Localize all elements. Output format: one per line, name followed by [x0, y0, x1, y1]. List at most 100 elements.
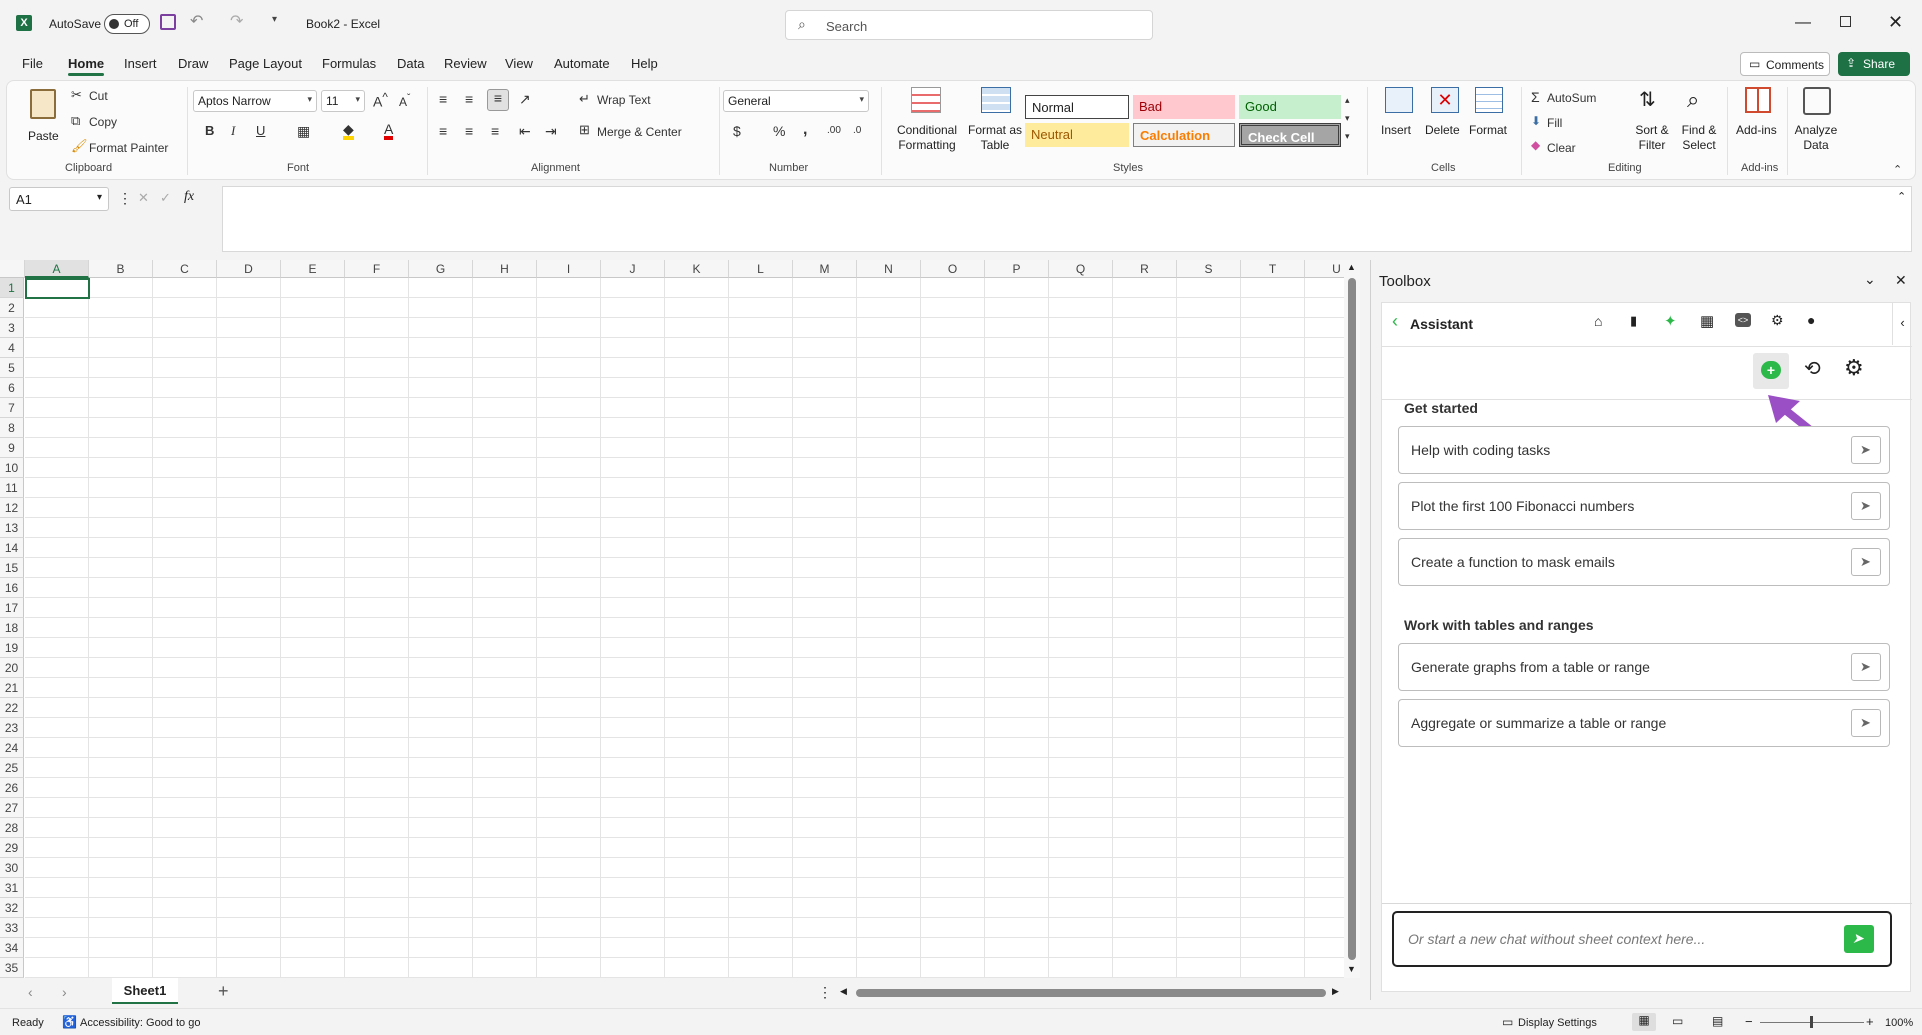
- chat-input[interactable]: Or start a new chat without sheet contex…: [1392, 911, 1892, 967]
- menu-insert[interactable]: Insert: [124, 56, 157, 71]
- accessibility-status[interactable]: Accessibility: Good to go: [80, 1017, 200, 1029]
- number-format-dropdown[interactable]: General ▾: [723, 90, 869, 112]
- align-right-icon[interactable]: ≡: [491, 123, 499, 139]
- redo-icon[interactable]: ↷: [230, 11, 243, 31]
- collapse-sidebar-icon[interactable]: ‹: [1892, 303, 1912, 345]
- align-top-icon[interactable]: ≡: [439, 91, 447, 107]
- analyze-data-button[interactable]: Analyze Data: [1791, 87, 1841, 157]
- percent-icon[interactable]: %: [773, 123, 785, 139]
- styles-more-icon[interactable]: ▾: [1345, 131, 1350, 142]
- sort-filter-button[interactable]: ⇅ Sort & Filter: [1627, 87, 1677, 157]
- column-header-l[interactable]: L: [729, 260, 793, 278]
- share-button[interactable]: ⇪ Share: [1838, 52, 1910, 76]
- column-header-u[interactable]: U: [1305, 260, 1344, 278]
- cut-icon[interactable]: ✂: [71, 87, 82, 103]
- send-prompt-button[interactable]: ➤: [1851, 548, 1881, 576]
- insert-cells-button[interactable]: Insert: [1379, 87, 1419, 157]
- collapse-formula-bar-icon[interactable]: ⌃: [1897, 190, 1906, 203]
- zoom-slider-thumb[interactable]: [1810, 1016, 1813, 1028]
- name-box[interactable]: A1 ▾: [9, 187, 109, 211]
- fill-color-icon[interactable]: ◆: [343, 122, 354, 140]
- column-header-t[interactable]: T: [1241, 260, 1305, 278]
- column-header-a[interactable]: A: [25, 260, 89, 278]
- undo-icon[interactable]: ↶: [190, 11, 203, 31]
- font-size-dropdown[interactable]: 11 ▾: [321, 90, 365, 112]
- menu-view[interactable]: View: [505, 56, 533, 71]
- row-header-22[interactable]: 22: [0, 698, 24, 718]
- column-header-p[interactable]: P: [985, 260, 1049, 278]
- row-header-7[interactable]: 7: [0, 398, 24, 418]
- new-chat-button[interactable]: +: [1753, 353, 1789, 389]
- row-header-5[interactable]: 5: [0, 358, 24, 378]
- column-header-o[interactable]: O: [921, 260, 985, 278]
- search-box[interactable]: ⌕ Search: [785, 10, 1153, 40]
- column-header-r[interactable]: R: [1113, 260, 1177, 278]
- autosum-icon[interactable]: Σ: [1531, 89, 1540, 105]
- copy-label[interactable]: Copy: [89, 115, 117, 129]
- menu-draw[interactable]: Draw: [178, 56, 208, 71]
- column-header-k[interactable]: K: [665, 260, 729, 278]
- menu-formulas[interactable]: Formulas: [322, 56, 376, 71]
- chart-icon[interactable]: ▮: [1630, 313, 1637, 329]
- zoom-level[interactable]: 100%: [1885, 1017, 1913, 1029]
- row-header-31[interactable]: 31: [0, 878, 24, 898]
- delete-cells-button[interactable]: ✕ Delete: [1425, 87, 1465, 157]
- chevron-down-icon[interactable]: ⌄: [1864, 271, 1876, 288]
- send-prompt-button[interactable]: ➤: [1851, 653, 1881, 681]
- display-settings[interactable]: Display Settings: [1518, 1017, 1597, 1029]
- column-header-i[interactable]: I: [537, 260, 601, 278]
- autosum-label[interactable]: AutoSum: [1547, 91, 1596, 105]
- currency-icon[interactable]: $: [733, 123, 741, 139]
- column-header-e[interactable]: E: [281, 260, 345, 278]
- active-cell-a1[interactable]: [25, 278, 90, 299]
- font-color-icon[interactable]: A: [384, 122, 394, 140]
- more-options-icon[interactable]: ⋮: [118, 190, 132, 207]
- menu-page-layout[interactable]: Page Layout: [229, 56, 302, 71]
- align-middle-icon[interactable]: ≡: [465, 91, 473, 107]
- font-family-dropdown[interactable]: Aptos Narrow ▾: [193, 90, 317, 112]
- row-header-20[interactable]: 20: [0, 658, 24, 678]
- restore-icon[interactable]: [1840, 16, 1851, 27]
- send-prompt-button[interactable]: ➤: [1851, 709, 1881, 737]
- wrap-text-label[interactable]: Wrap Text: [597, 93, 651, 107]
- increase-indent-icon[interactable]: ⇥: [545, 123, 557, 140]
- style-check-cell[interactable]: Check Cell: [1239, 123, 1341, 147]
- row-header-11[interactable]: 11: [0, 478, 24, 498]
- row-header-21[interactable]: 21: [0, 678, 24, 698]
- prompt-card[interactable]: Create a function to mask emails ➤: [1398, 538, 1890, 586]
- addins-button[interactable]: Add-ins: [1733, 87, 1783, 157]
- row-header-9[interactable]: 9: [0, 438, 24, 458]
- row-header-33[interactable]: 33: [0, 918, 24, 938]
- insert-function-icon[interactable]: fx: [184, 189, 194, 205]
- comma-style-icon[interactable]: ,: [803, 121, 807, 139]
- chat-send-button[interactable]: ➤: [1844, 925, 1874, 953]
- h-scroll-thumb[interactable]: [856, 989, 1326, 997]
- sparkle-icon[interactable]: ✦: [1664, 312, 1677, 330]
- decrease-indent-icon[interactable]: ⇤: [519, 123, 531, 140]
- customize-qat-icon[interactable]: ▾: [272, 14, 277, 25]
- scroll-thumb[interactable]: [1348, 278, 1356, 960]
- settings-small-icon[interactable]: ⚙: [1771, 312, 1784, 329]
- style-bad[interactable]: Bad: [1133, 95, 1235, 119]
- paste-button[interactable]: Paste: [25, 87, 61, 157]
- italic-icon[interactable]: I: [231, 123, 235, 139]
- styles-scroll-down-icon[interactable]: ▾: [1345, 113, 1350, 124]
- style-good[interactable]: Good: [1239, 95, 1341, 119]
- row-header-32[interactable]: 32: [0, 898, 24, 918]
- prev-sheet-icon[interactable]: ‹: [28, 984, 33, 1000]
- column-header-g[interactable]: G: [409, 260, 473, 278]
- cut-label[interactable]: Cut: [89, 89, 108, 103]
- align-center-icon[interactable]: ≡: [465, 123, 473, 139]
- row-header-14[interactable]: 14: [0, 538, 24, 558]
- menu-file[interactable]: File: [22, 56, 43, 71]
- styles-scroll-up-icon[interactable]: ▴: [1345, 95, 1350, 106]
- row-header-13[interactable]: 13: [0, 518, 24, 538]
- user-icon[interactable]: ●: [1807, 312, 1815, 328]
- autosave-toggle[interactable]: Off: [104, 14, 150, 34]
- bold-icon[interactable]: B: [205, 123, 214, 138]
- row-header-35[interactable]: 35: [0, 958, 24, 978]
- spreadsheet-grid[interactable]: A B C D E F G H I J K L M N O P Q R S T U 1 2 3 4 5 6 7 8 9 10 11 12 13 14…: [0, 260, 1344, 978]
- column-header-s[interactable]: S: [1177, 260, 1241, 278]
- menu-review[interactable]: Review: [444, 56, 487, 71]
- merge-center-label[interactable]: Merge & Center: [597, 125, 682, 139]
